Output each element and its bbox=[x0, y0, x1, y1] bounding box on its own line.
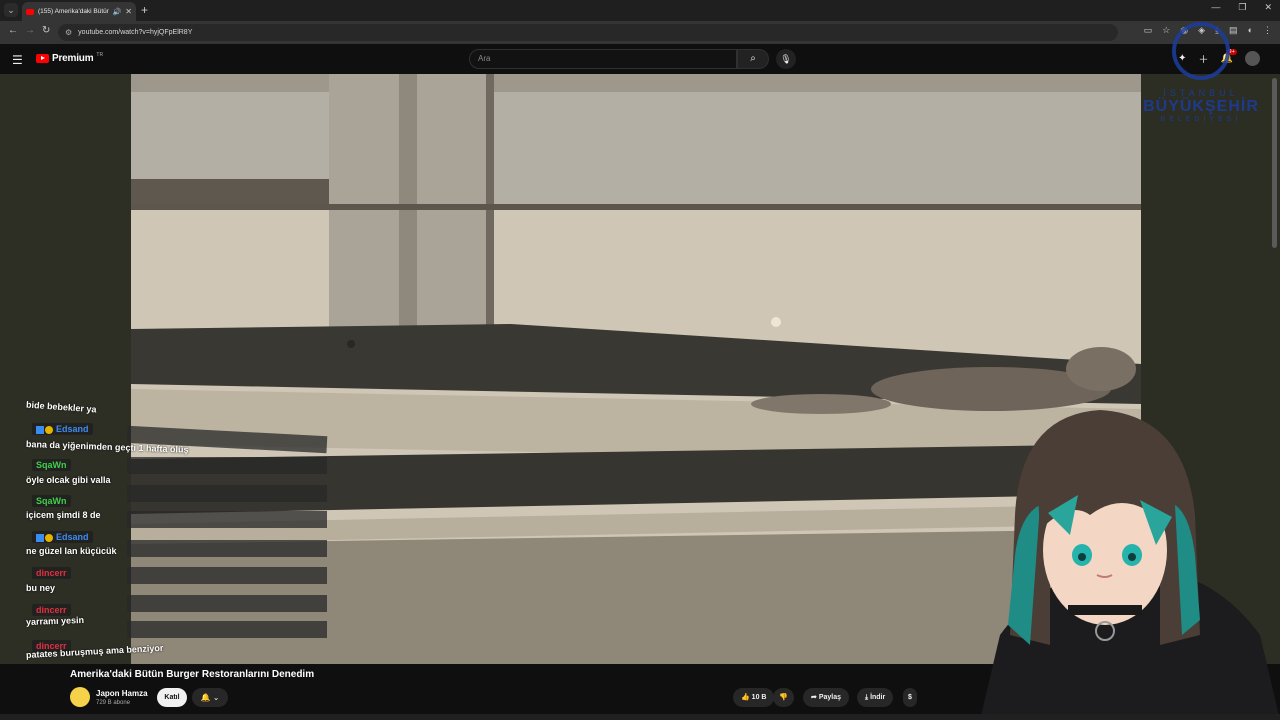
youtube-masthead: ☰ Premium TR Ara ⌕ 🎙 ✦ ＋ 🔔 9+ bbox=[0, 44, 1280, 74]
watermark-line-2: BÜYÜKŞEHİR bbox=[1143, 98, 1259, 115]
chat-username: dincerr bbox=[32, 567, 71, 579]
chat-username: SqaWn bbox=[32, 495, 71, 507]
watermark-line-1: İSTANBUL bbox=[1163, 88, 1239, 98]
chat-username: SqaWn bbox=[32, 459, 71, 471]
browser-toolbar: ← → ↻ ⚙ youtube.com/watch?v=hyjQFpElR8Y … bbox=[0, 21, 1280, 44]
chat-message: öyle olcak gibi valla bbox=[26, 475, 111, 485]
istanbul-municipality-watermark: İSTANBUL BÜYÜKŞEHİR BELEDİYESİ bbox=[1126, 22, 1276, 172]
search-button[interactable]: ⌕ bbox=[737, 49, 769, 69]
thanks-icon: $ bbox=[908, 694, 912, 701]
chevron-down-icon: ⌄ bbox=[212, 693, 220, 702]
member-badge-icon bbox=[36, 425, 44, 434]
youtube-favicon-icon bbox=[26, 8, 34, 15]
bell-icon: 🔔 bbox=[200, 693, 211, 702]
search-icon: ⌕ bbox=[750, 53, 756, 64]
download-button[interactable]: ⤓ İndir bbox=[857, 688, 894, 707]
chat-bar bbox=[127, 621, 327, 638]
coin-badge-icon bbox=[45, 533, 53, 542]
chat-message: ne güzel lan küçücük bbox=[26, 546, 117, 556]
hamburger-menu-icon[interactable]: ☰ bbox=[12, 53, 23, 67]
tab-title: (155) Amerika'daki Bütün B bbox=[38, 8, 109, 15]
speaker-icon[interactable]: 🔊 bbox=[113, 8, 122, 16]
site-info-icon[interactable]: ⚙ bbox=[65, 28, 72, 37]
channel-avatar[interactable] bbox=[70, 687, 90, 707]
search-input[interactable]: Ara bbox=[469, 49, 737, 69]
microphone-icon: 🎙 bbox=[780, 54, 792, 64]
back-icon[interactable]: ← bbox=[8, 25, 18, 36]
tab-search-icon[interactable]: ⌄ bbox=[4, 3, 18, 17]
download-icon: ⤓ bbox=[865, 694, 869, 701]
municipality-emblem-icon bbox=[1172, 22, 1230, 80]
restore-icon[interactable]: ❐ bbox=[1238, 2, 1246, 13]
thumbs-down-icon: 👎 bbox=[779, 694, 788, 701]
like-button[interactable]: 👍 10 B bbox=[733, 688, 775, 707]
chat-username: Edsand bbox=[32, 531, 93, 543]
chat-bar bbox=[127, 595, 327, 612]
chat-bar bbox=[127, 567, 327, 584]
window-controls: — ❐ ✕ bbox=[1211, 2, 1272, 13]
forward-icon[interactable]: → bbox=[25, 25, 35, 36]
logo-text: Premium bbox=[52, 53, 94, 64]
chat-message: bu ney bbox=[26, 583, 56, 593]
video-title: Amerika'daki Bütün Burger Restoranlarını… bbox=[70, 669, 315, 680]
reload-icon[interactable]: ↻ bbox=[42, 25, 50, 36]
vtuber-avatar bbox=[980, 410, 1280, 720]
subscription-bell-button[interactable]: 🔔 ⌄ bbox=[192, 688, 228, 707]
watermark-line-3: BELEDİYESİ bbox=[1160, 116, 1242, 123]
chat-bar bbox=[127, 511, 327, 528]
chat-bar bbox=[127, 485, 327, 502]
chat-bar bbox=[127, 540, 327, 557]
download-label: İndir bbox=[870, 694, 886, 701]
browser-tabstrip: ⌄ (155) Amerika'daki Bütün B 🔊 ✕ + — ❐ ✕ bbox=[0, 0, 1280, 21]
share-arrow-icon: ➦ bbox=[811, 694, 817, 701]
share-button[interactable]: ➦ Paylaş bbox=[803, 688, 850, 707]
member-badge-icon bbox=[36, 533, 44, 542]
youtube-play-icon bbox=[36, 54, 49, 63]
chat-username: Edsand bbox=[32, 423, 93, 435]
chat-message: içicem şimdi 8 de bbox=[26, 510, 101, 520]
like-count: 10 B bbox=[751, 694, 767, 701]
browser-tab[interactable]: (155) Amerika'daki Bütün B 🔊 ✕ bbox=[22, 2, 136, 21]
channel-name[interactable]: Japon Hamza bbox=[96, 689, 148, 698]
chat-bar bbox=[127, 457, 327, 474]
voice-search-button[interactable]: 🎙 bbox=[776, 49, 796, 69]
logo-region: TR bbox=[96, 52, 104, 58]
thumbs-up-icon: 👍 bbox=[741, 694, 750, 701]
chat-username: dincerr bbox=[32, 604, 71, 616]
stream-chat-overlay: bide bebekler ya Edsand bana da yiğenimd… bbox=[22, 395, 332, 665]
new-tab-icon[interactable]: + bbox=[141, 3, 148, 17]
youtube-premium-logo[interactable]: Premium TR bbox=[36, 52, 104, 64]
address-bar[interactable]: ⚙ youtube.com/watch?v=hyjQFpElR8Y bbox=[58, 24, 1118, 41]
share-label: Paylaş bbox=[818, 694, 842, 701]
thanks-button[interactable]: $ bbox=[903, 688, 917, 707]
dislike-button[interactable]: 👎 bbox=[773, 688, 794, 707]
chat-message: bide bebekler ya bbox=[25, 399, 97, 415]
close-window-icon[interactable]: ✕ bbox=[1264, 2, 1272, 13]
join-button[interactable]: Katıl bbox=[157, 688, 187, 707]
chat-message: yarramı yesin bbox=[25, 614, 85, 627]
minimize-icon[interactable]: — bbox=[1211, 2, 1220, 13]
url-text: youtube.com/watch?v=hyjQFpElR8Y bbox=[78, 29, 193, 36]
coin-badge-icon bbox=[45, 425, 53, 434]
close-tab-icon[interactable]: ✕ bbox=[125, 7, 132, 16]
subscriber-count: 729 B abone bbox=[96, 700, 131, 706]
description-box-edge bbox=[0, 714, 1280, 720]
